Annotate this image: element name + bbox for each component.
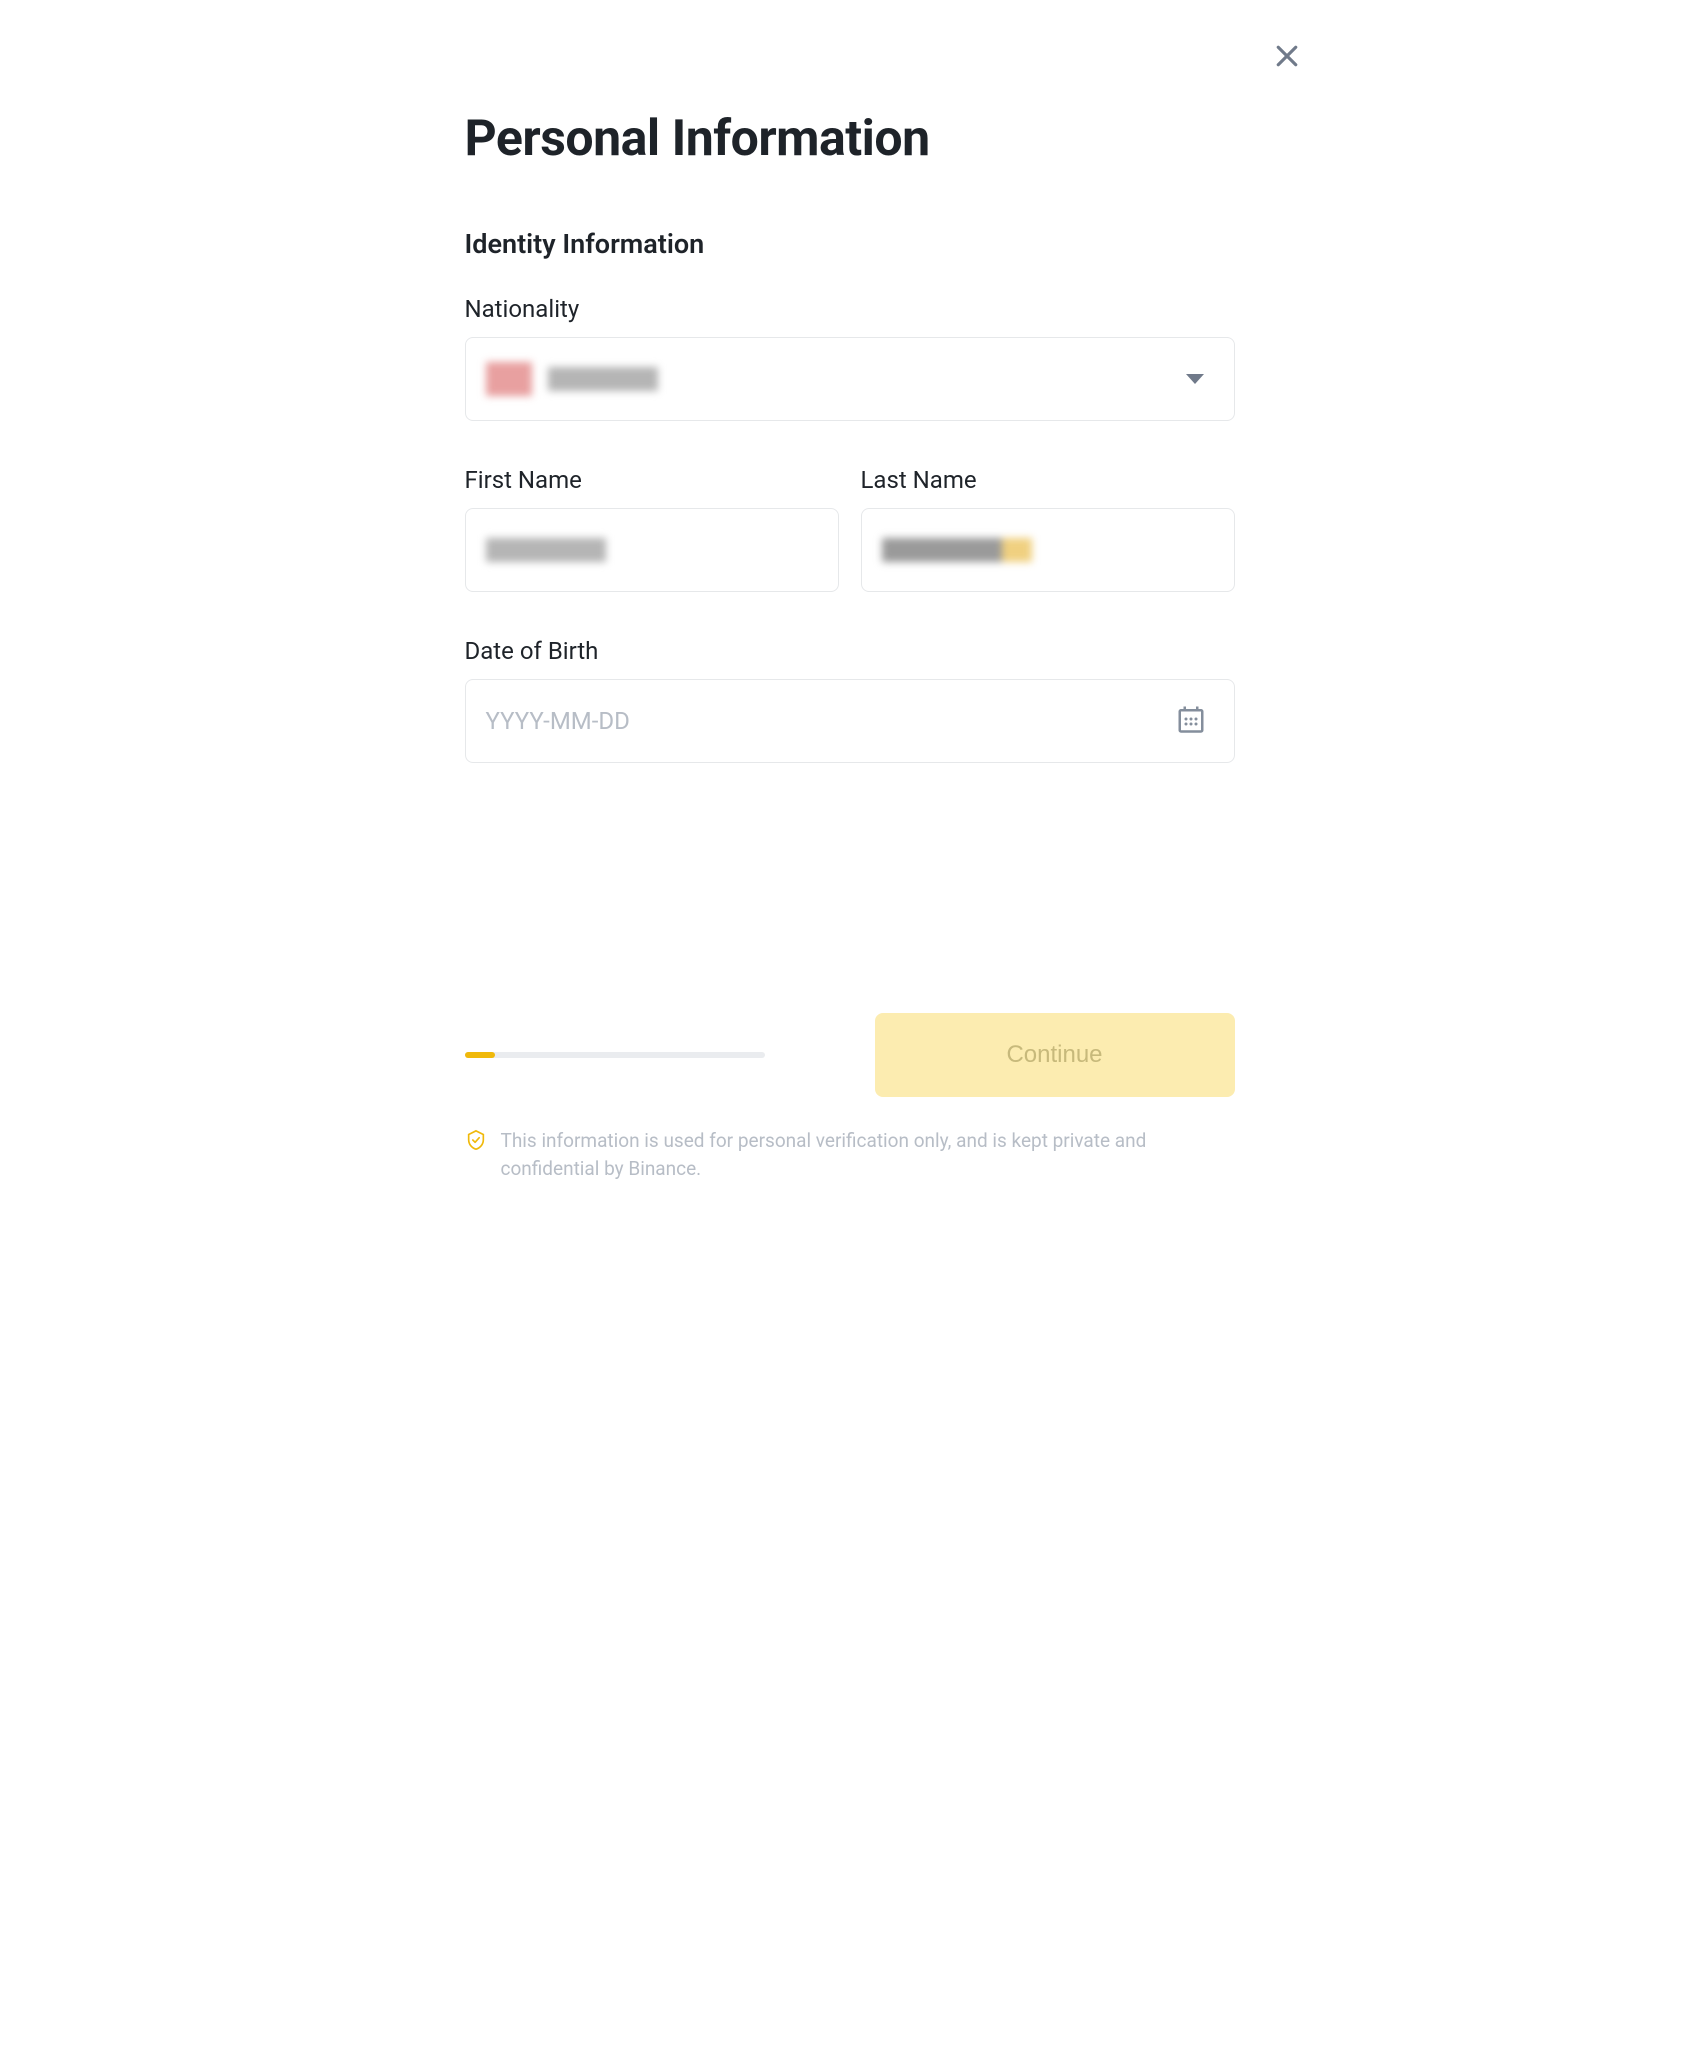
dob-group: Date of Birth YYYY-MM-DD	[465, 637, 1235, 763]
dob-label: Date of Birth	[465, 637, 1235, 665]
name-group: First Name Last Name	[465, 466, 1235, 592]
first-name-input[interactable]	[465, 508, 839, 592]
dob-input[interactable]: YYYY-MM-DD	[465, 679, 1235, 763]
last-name-label: Last Name	[861, 466, 1235, 494]
modal-footer: Continue This information is used for pe…	[465, 1013, 1235, 1182]
continue-button[interactable]: Continue	[875, 1013, 1235, 1097]
nationality-value-redacted	[548, 367, 658, 391]
modal-title: Personal Information	[465, 110, 1235, 168]
dob-placeholder: YYYY-MM-DD	[486, 707, 630, 735]
section-title: Identity Information	[465, 228, 1235, 260]
progress-bar	[465, 1052, 765, 1058]
last-name-value-redacted	[882, 538, 1032, 562]
disclaimer: This information is used for personal ve…	[465, 1127, 1235, 1182]
close-button[interactable]	[1269, 40, 1305, 76]
shield-check-icon	[465, 1129, 487, 1155]
nationality-label: Nationality	[465, 295, 1235, 323]
disclaimer-text: This information is used for personal ve…	[501, 1127, 1235, 1182]
first-name-label: First Name	[465, 466, 839, 494]
calendar-icon	[1176, 704, 1206, 738]
personal-info-modal: Personal Information Identity Informatio…	[350, 0, 1350, 1242]
progress-fill	[465, 1052, 495, 1058]
flag-icon	[486, 362, 532, 396]
first-name-value-redacted	[486, 538, 606, 562]
nationality-group: Nationality	[465, 295, 1235, 421]
last-name-input[interactable]	[861, 508, 1235, 592]
chevron-down-icon	[1186, 374, 1204, 384]
close-icon	[1272, 41, 1302, 75]
nationality-select[interactable]	[465, 337, 1235, 421]
